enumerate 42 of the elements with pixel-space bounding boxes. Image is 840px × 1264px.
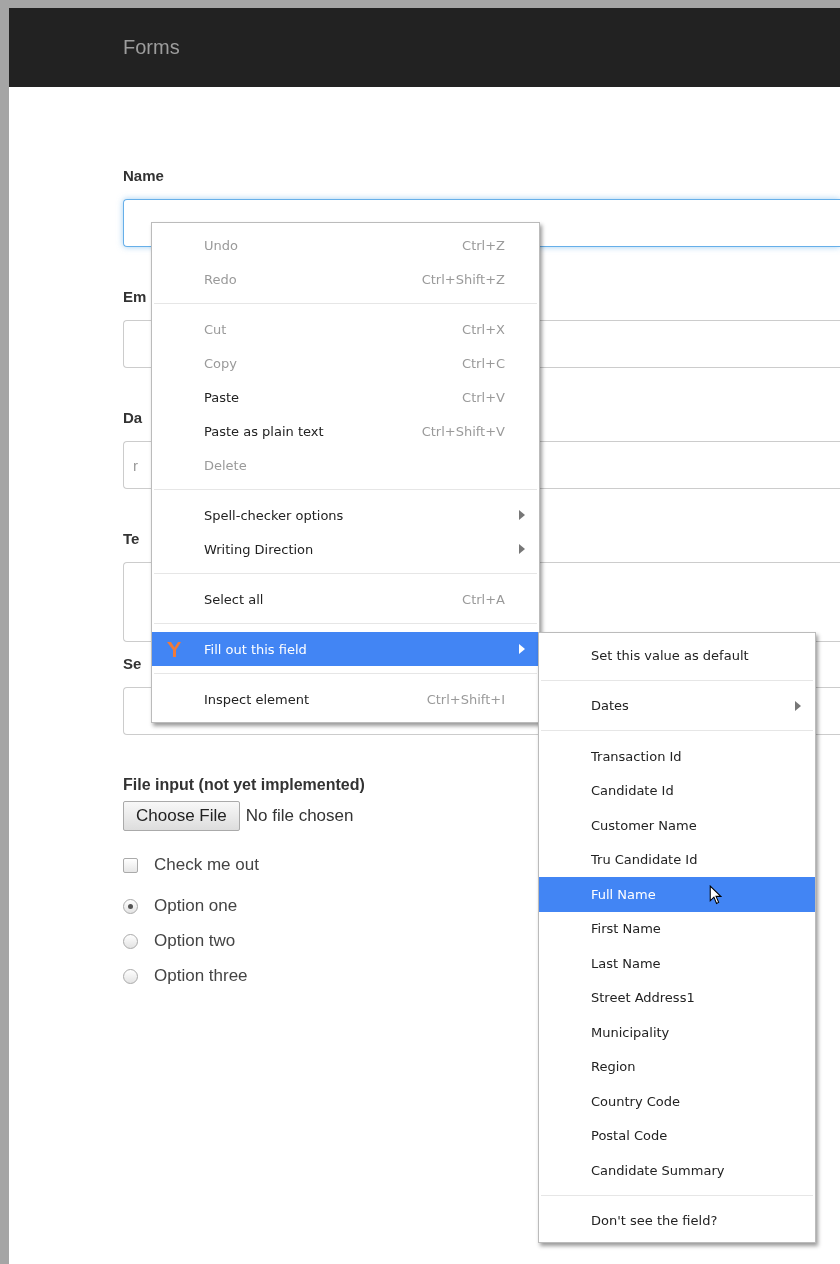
menu-item[interactable]: Country Code bbox=[539, 1084, 815, 1119]
menu-item[interactable]: Paste as plain text Ctrl+Shift+V bbox=[152, 414, 539, 448]
menu-item[interactable]: Inspect element Ctrl+Shift+I bbox=[152, 682, 539, 716]
menu-item[interactable]: Dates bbox=[539, 688, 815, 723]
menu-item[interactable]: Tru Candidate Id bbox=[539, 842, 815, 877]
menu-item[interactable]: Candidate Summary bbox=[539, 1153, 815, 1188]
navbar-title[interactable]: Forms bbox=[123, 36, 180, 59]
menu-item[interactable]: Postal Code bbox=[539, 1118, 815, 1153]
menu-item[interactable]: Don't see the field? bbox=[539, 1203, 815, 1238]
field-label: Em bbox=[123, 287, 147, 307]
menu-item[interactable]: Transaction Id bbox=[539, 739, 815, 774]
menu-item[interactable]: Last Name bbox=[539, 946, 815, 981]
checkbox-label[interactable]: Check me out bbox=[154, 855, 259, 875]
menu-item[interactable]: Paste Ctrl+V bbox=[152, 380, 539, 414]
menu-item[interactable]: Full Name bbox=[539, 877, 815, 912]
file-status-text: No file chosen bbox=[245, 806, 354, 826]
choose-file-button[interactable]: Choose File bbox=[123, 801, 240, 831]
field-label: Se bbox=[123, 654, 142, 674]
radio-button[interactable] bbox=[123, 933, 138, 949]
menu-item[interactable]: Writing Direction bbox=[152, 532, 539, 566]
radio-label[interactable]: Option three bbox=[154, 966, 248, 986]
menu-item[interactable]: Fill out this field bbox=[152, 632, 539, 666]
radio-label[interactable]: Option one bbox=[154, 896, 238, 916]
field-label: Name bbox=[123, 166, 164, 186]
radio-button[interactable] bbox=[123, 968, 138, 984]
menu-item[interactable]: Select all Ctrl+A bbox=[152, 582, 539, 616]
menu-item[interactable]: Municipality bbox=[539, 1015, 815, 1050]
menu-item[interactable]: Candidate Id bbox=[539, 773, 815, 808]
menu-item[interactable]: First Name bbox=[539, 911, 815, 946]
mouse-cursor-icon bbox=[709, 885, 722, 905]
checkbox[interactable] bbox=[123, 857, 138, 873]
menu-item[interactable]: Set this value as default bbox=[539, 638, 815, 673]
menu-item[interactable]: Customer Name bbox=[539, 808, 815, 843]
field-label: File input (not yet implemented) bbox=[123, 775, 365, 795]
menu-item[interactable]: Region bbox=[539, 1049, 815, 1084]
radio-label[interactable]: Option two bbox=[154, 931, 236, 951]
field-label: Da bbox=[123, 408, 143, 428]
menu-item[interactable]: Spell-checker options bbox=[152, 498, 539, 532]
radio-button[interactable] bbox=[123, 898, 138, 914]
placeholder-text: r bbox=[133, 456, 138, 474]
menu-item[interactable]: Street Address1 bbox=[539, 980, 815, 1015]
field-label: Te bbox=[123, 529, 140, 549]
